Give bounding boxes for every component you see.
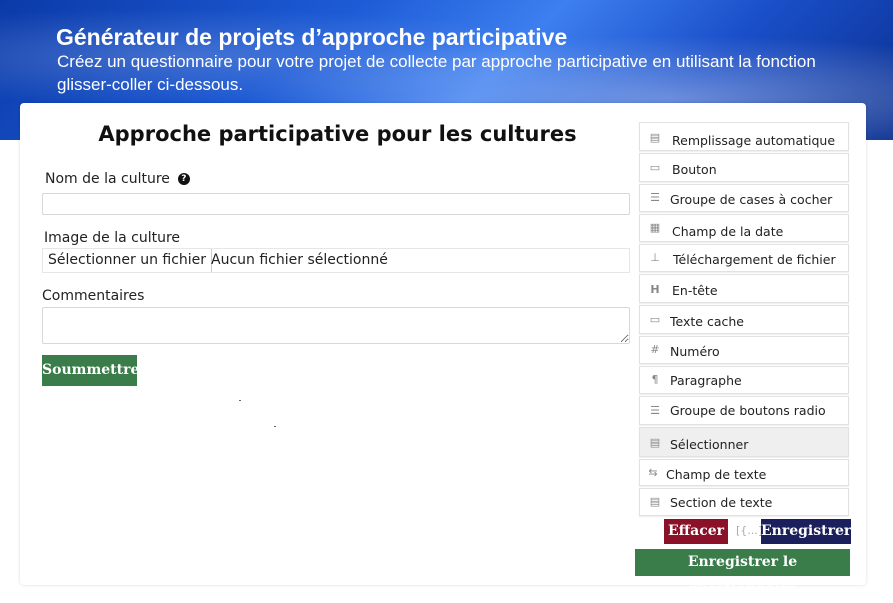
stray-dot [274,426,276,427]
radio-group-icon: ☰ [650,404,660,417]
palette-item-select[interactable]: ▤ Sélectionner [639,427,849,457]
submit-button[interactable]: Soummettre [42,355,139,386]
hidden-text-icon: ▭ [649,313,661,326]
paragraph-icon: ¶ [651,373,659,386]
page-title: Générateur de projets d’approche partici… [56,24,568,50]
crop-image-label: Image de la culture [44,230,181,246]
form-title: Approche participative pour les cultures [98,122,577,146]
stray-dot [239,400,241,401]
file-status-text: Aucun fichier sélectionné [211,252,388,268]
save-button[interactable]: Enregistrer [761,519,851,544]
header-icon: H [650,283,660,296]
palette-item-hidden-text[interactable]: ▭ Texte cache [639,305,849,334]
palette-item-header[interactable]: H En-tête [639,274,849,303]
select-icon: ▤ [649,436,661,449]
palette-item-file-upload[interactable]: ⊥ Téléchargement de fichier [639,244,849,272]
palette-item-textarea[interactable]: ▤ Section de texte [639,488,849,516]
palette-item-paragraph[interactable]: ¶ Paragraphe [639,366,849,394]
save-form-button[interactable]: Enregistrer le questionnaire [635,549,850,597]
number-icon: # [650,343,660,356]
page-subtitle: Créez un questionnaire pour votre projet… [57,52,816,94]
select-file-button[interactable]: Sélectionner un fichier [43,249,213,272]
palette-item-date[interactable]: ▦ Champ de la date [639,214,849,242]
autofill-icon: ▤ [649,131,661,144]
palette-item-text-field[interactable]: ⇆ Champ de texte [639,459,849,486]
text-field-icon: ⇆ [648,466,658,479]
textarea-icon: ▤ [649,495,661,508]
palette-item-number[interactable]: # Numéro [639,336,849,364]
file-input[interactable]: Sélectionner un fichier Aucun fichier sé… [42,248,630,273]
palette-item-checkbox-group[interactable]: ☰ Groupe de cases à cocher [639,184,849,212]
crop-name-input[interactable] [42,193,630,215]
help-icon[interactable]: ? [177,173,190,185]
palette-item-autocomplete[interactable]: ▤ Remplissage automatique [639,122,849,151]
calendar-icon: ▦ [649,221,661,234]
button-icon: ▭ [649,161,661,174]
checkbox-group-icon: ☰ [650,191,660,204]
palette-item-button[interactable]: ▭ Bouton [639,153,849,182]
palette-item-radio-group[interactable]: ☰ Groupe de boutons radio [639,396,849,425]
clear-button[interactable]: Effacer [664,519,728,544]
crop-name-label-row: Nom de la culture? [45,171,190,187]
upload-icon: ⊥ [650,251,660,264]
comments-textarea[interactable] [42,307,630,344]
comments-label: Commentaires [42,288,145,304]
crop-name-label: Nom de la culture [45,171,170,187]
